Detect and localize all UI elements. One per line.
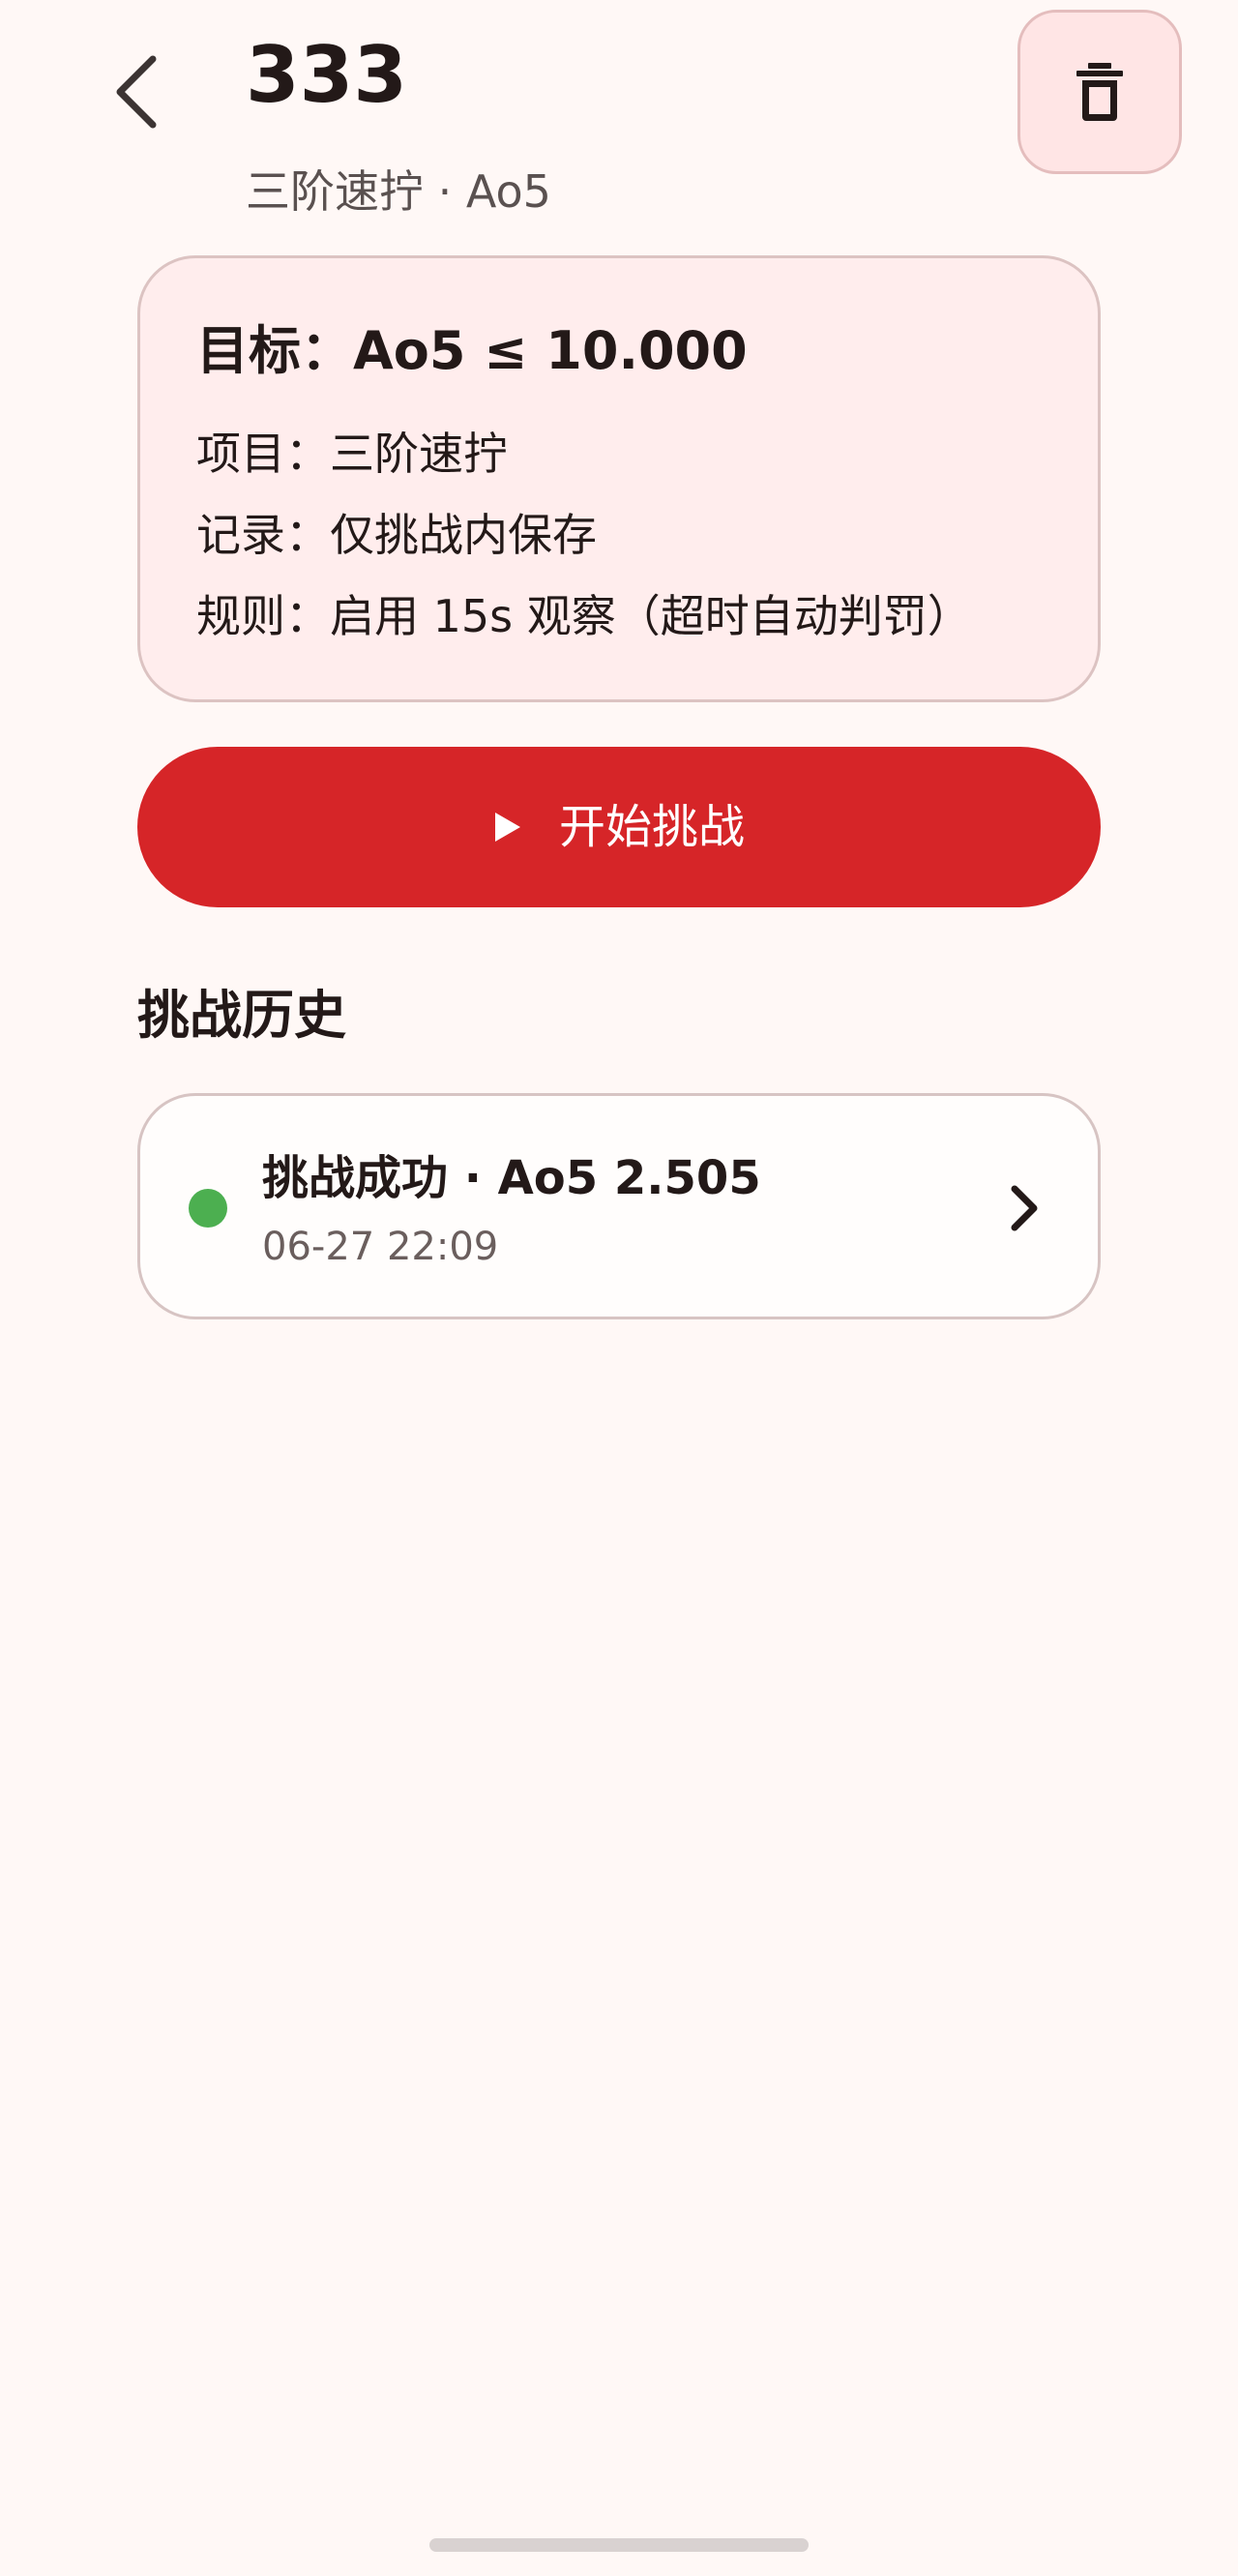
chevron-right-icon <box>1011 1185 1038 1231</box>
goal-rule-line: 规则：启用 15s 观察（超时自动判罚） <box>196 590 972 642</box>
page-title: 333 <box>246 30 407 120</box>
goal-card: 目标：Ao5 ≤ 10.000 项目：三阶速拧 记录：仅挑战内保存 规则：启用 … <box>137 255 1101 702</box>
back-button[interactable] <box>97 39 174 145</box>
trash-icon <box>1076 63 1123 121</box>
goal-event-line: 项目：三阶速拧 <box>196 428 508 480</box>
history-item-title: 挑战成功 · Ao5 2.505 <box>262 1151 761 1205</box>
history-section-title: 挑战历史 <box>137 985 346 1046</box>
start-challenge-button[interactable]: 开始挑战 <box>137 747 1101 907</box>
play-icon <box>494 813 520 842</box>
start-challenge-label: 开始挑战 <box>558 800 745 854</box>
delete-button[interactable] <box>1017 10 1182 174</box>
chevron-left-icon <box>116 55 157 129</box>
history-item[interactable]: 挑战成功 · Ao5 2.505 06-27 22:09 <box>137 1093 1101 1319</box>
goal-heading: 目标：Ao5 ≤ 10.000 <box>196 320 748 381</box>
history-item-time: 06-27 22:09 <box>262 1225 499 1269</box>
goal-record-line: 记录：仅挑战内保存 <box>196 509 597 561</box>
page-subtitle: 三阶速拧 · Ao5 <box>246 165 551 218</box>
challenge-detail-screen: 333 三阶速拧 · Ao5 目标：Ao5 ≤ 10.000 项目：三阶速拧 记… <box>0 0 1238 2576</box>
success-status-dot <box>189 1189 227 1228</box>
gesture-navigation-bar[interactable] <box>429 2538 809 2552</box>
